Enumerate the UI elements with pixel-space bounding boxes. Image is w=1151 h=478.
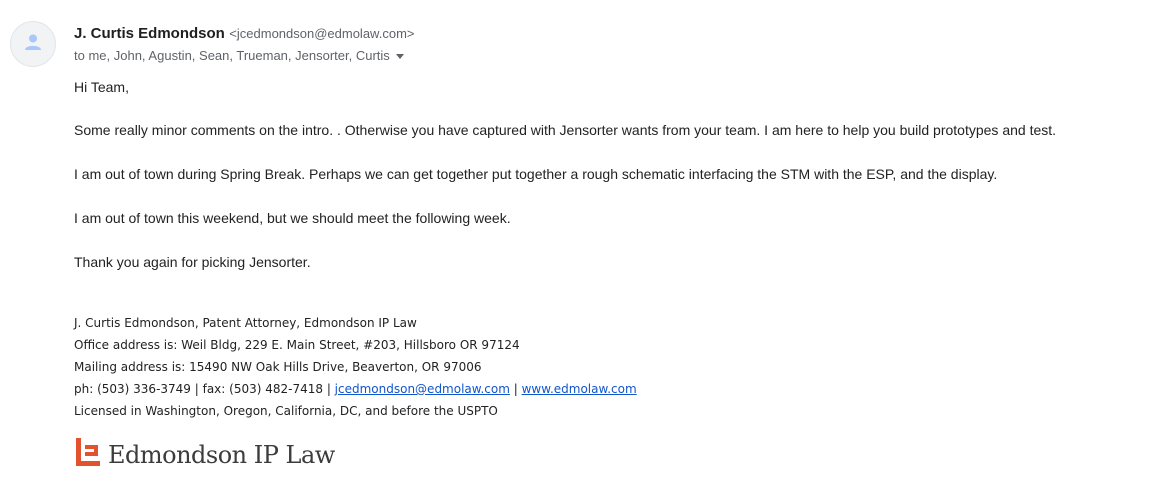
sender-avatar[interactable] xyxy=(10,21,56,67)
recipients-text: to me, John, Agustin, Sean, Trueman, Jen… xyxy=(74,48,390,63)
edmondson-logo-icon xyxy=(76,436,102,473)
sender-name[interactable]: J. Curtis Edmondson xyxy=(74,25,225,42)
signature-office-address: Office address is: Weil Bldg, 229 E. Mai… xyxy=(74,338,520,352)
greeting: Hi Team, xyxy=(74,79,129,95)
person-icon xyxy=(23,32,43,57)
logo-text: Edmondson IP Law xyxy=(108,440,335,469)
signature-separator: | xyxy=(509,382,522,396)
from-line: J. Curtis Edmondson <jcedmondson@edmolaw… xyxy=(74,24,414,44)
company-logo: Edmondson IP Law xyxy=(76,436,335,473)
body-paragraph: Some really minor comments on the intro.… xyxy=(74,122,1057,138)
recipients-line: to me, John, Agustin, Sean, Trueman, Jen… xyxy=(74,46,414,66)
signature-contact-line: ph: (503) 336-3749 | fax: (503) 482-7418… xyxy=(74,378,637,400)
signature-website-link[interactable]: www.edmolaw.com xyxy=(522,382,637,396)
body-paragraph: Thank you again for picking Jensorter. xyxy=(74,254,311,270)
body-paragraph: I am out of town during Spring Break. Pe… xyxy=(74,166,998,182)
signature-name-line: J. Curtis Edmondson, Patent Attorney, Ed… xyxy=(74,316,417,330)
sender-email: <jcedmondson@edmolaw.com> xyxy=(229,26,415,41)
signature-email-link[interactable]: jcedmondson@edmolaw.com xyxy=(335,382,510,396)
signature-block: J. Curtis Edmondson, Patent Attorney, Ed… xyxy=(74,312,637,422)
signature-phone-fax: ph: (503) 336-3749 | fax: (503) 482-7418… xyxy=(74,382,335,396)
signature-licensed-line: Licensed in Washington, Oregon, Californ… xyxy=(74,404,498,418)
signature-mailing-address: Mailing address is: 15490 NW Oak Hills D… xyxy=(74,360,482,374)
body-paragraph: I am out of town this weekend, but we sh… xyxy=(74,210,511,226)
chevron-down-icon[interactable] xyxy=(395,53,404,59)
message-header: J. Curtis Edmondson <jcedmondson@edmolaw… xyxy=(74,24,414,66)
